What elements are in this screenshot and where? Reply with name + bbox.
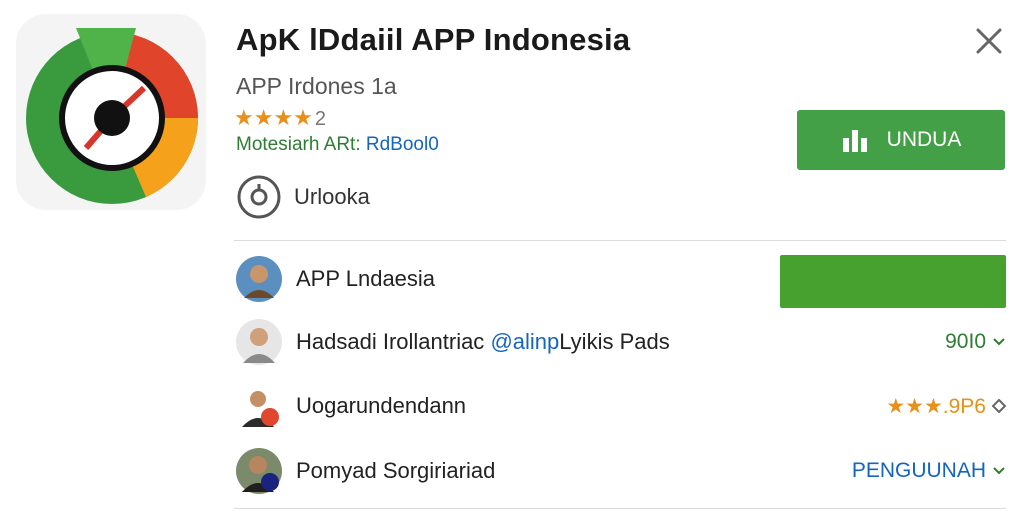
chevron-down-icon bbox=[993, 338, 1005, 346]
row-status: PENGUUNAH bbox=[851, 459, 986, 482]
app-rating: ★★★★ 2 bbox=[234, 106, 326, 131]
diamond-icon bbox=[992, 399, 1006, 413]
install-label: UNDUA bbox=[886, 128, 962, 151]
meta-label: Motesiarh ARt: bbox=[236, 134, 361, 155]
app-title: ApK lDdaiil APP Indonesia bbox=[236, 22, 631, 57]
app-logo-icon bbox=[26, 28, 198, 204]
list-item[interactable]: Hadsadi Irollantriac @alinpLyikis Pads 9… bbox=[236, 317, 1006, 367]
row-meta[interactable]: PENGUUNAH bbox=[852, 459, 1006, 483]
row-meta[interactable]: ★★★.9P6 bbox=[886, 394, 1006, 419]
install-button[interactable]: UNDUA bbox=[797, 110, 1005, 170]
row-value: 90I0 bbox=[945, 330, 986, 353]
avatar bbox=[236, 383, 282, 429]
row-rating: ★★★.9P6 bbox=[886, 394, 986, 418]
avatar bbox=[236, 256, 282, 302]
handle-link[interactable]: @alinp bbox=[490, 329, 559, 354]
avatar bbox=[236, 319, 282, 365]
avatar bbox=[236, 448, 282, 494]
action-bar-button[interactable] bbox=[780, 255, 1006, 308]
extra-info[interactable]: Urlooka bbox=[236, 174, 370, 220]
list-item-name: Uogarundendann bbox=[296, 393, 467, 418]
app-icon bbox=[16, 14, 206, 210]
app-meta: Motesiarh ARt: RdBool0 bbox=[236, 134, 439, 156]
list-item-name: Hadsadi Irollantriac @alinpLyikis Pads bbox=[296, 329, 670, 354]
meta-value[interactable]: RdBool0 bbox=[366, 134, 439, 155]
list-item[interactable]: Pomyad Sorgiriariad PENGUUNAH bbox=[236, 446, 1006, 496]
divider bbox=[234, 508, 1006, 509]
rating-value: 2 bbox=[314, 108, 327, 130]
rating-stars-icon: ★★★★ bbox=[234, 105, 313, 130]
list-item[interactable]: Uogarundendann ★★★.9P6 bbox=[236, 381, 1006, 431]
app-developer: APP Irdones 1a bbox=[236, 73, 397, 99]
row-meta[interactable]: 90I0 bbox=[945, 330, 1006, 354]
download-icon bbox=[842, 130, 867, 152]
extra-label: Urlooka bbox=[294, 184, 370, 209]
divider bbox=[234, 240, 1006, 241]
close-icon bbox=[976, 28, 1002, 54]
chevron-down-icon bbox=[993, 467, 1005, 475]
list-item-name: Pomyad Sorgiriariad bbox=[296, 458, 496, 483]
close-button[interactable] bbox=[972, 24, 1006, 58]
circle-dot-icon bbox=[237, 175, 281, 219]
list-item-name: APP Lndaesia bbox=[296, 266, 436, 291]
